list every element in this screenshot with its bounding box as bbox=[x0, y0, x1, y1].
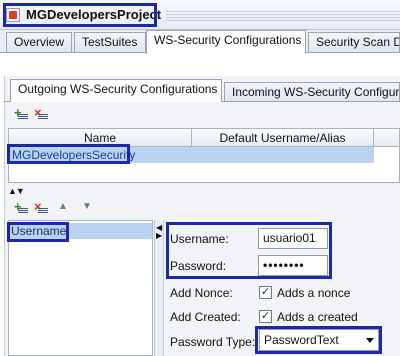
splitter-arrows-icon[interactable]: ▲▼ bbox=[8, 186, 25, 196]
tab-overview[interactable]: Overview bbox=[6, 32, 72, 53]
title-bar-grip bbox=[166, 9, 400, 21]
dropdown-arrow-icon bbox=[366, 338, 374, 343]
password-type-select[interactable]: PasswordText bbox=[259, 329, 379, 351]
title-bar: MGDevelopersProject bbox=[0, 0, 400, 30]
check-icon: ✓ bbox=[260, 310, 271, 322]
tab-incoming-ws-security[interactable]: Incoming WS-Security Configura bbox=[224, 82, 400, 102]
remove-config-button[interactable]: × bbox=[34, 106, 50, 120]
move-up-icon[interactable]: ▲ bbox=[58, 201, 68, 212]
add-nonce-label: Add Nonce: bbox=[170, 286, 233, 300]
list-item-label: Username bbox=[11, 224, 67, 238]
tab-outgoing-ws-security[interactable]: Outgoing WS-Security Configurations bbox=[10, 79, 222, 102]
password-type-label: Password Type: bbox=[170, 335, 256, 349]
move-down-icon[interactable]: ▼ bbox=[82, 201, 92, 212]
column-header-name[interactable]: Name bbox=[9, 129, 192, 147]
add-nonce-text: Adds a nonce bbox=[277, 286, 351, 300]
tab-security-scan[interactable]: Security Scan De bbox=[308, 32, 400, 53]
column-header-default-username[interactable]: Default Username/Alias bbox=[192, 129, 374, 147]
add-config-button[interactable]: + bbox=[14, 106, 30, 120]
add-created-checkbox[interactable]: ✓ bbox=[259, 310, 272, 323]
password-type-value: PasswordText bbox=[264, 333, 339, 347]
remove-entry-button[interactable]: × bbox=[34, 200, 50, 214]
tab-testsuites[interactable]: TestSuites bbox=[74, 32, 146, 53]
window-title: MGDevelopersProject bbox=[26, 7, 162, 22]
check-icon: ✓ bbox=[260, 286, 271, 298]
column-header-filler bbox=[374, 129, 399, 147]
add-created-label: Add Created: bbox=[170, 310, 241, 324]
add-nonce-checkbox[interactable]: ✓ bbox=[259, 286, 272, 299]
password-label: Password: bbox=[170, 259, 227, 273]
table-cell-name: MGDevelopersSecurity bbox=[12, 148, 136, 162]
username-label: Username: bbox=[170, 232, 229, 246]
username-field[interactable]: usuario01 bbox=[258, 228, 328, 249]
splitter-arrows-icon: ◀ ▶ bbox=[156, 223, 163, 240]
main-tab-bar: Overview TestSuites WS-Security Configur… bbox=[0, 30, 400, 54]
entry-list: Username bbox=[8, 220, 153, 356]
add-created-text: Adds a created bbox=[277, 310, 358, 324]
project-icon bbox=[6, 8, 20, 22]
tab-ws-security-configurations[interactable]: WS-Security Configurations bbox=[146, 30, 306, 54]
panel-splitter[interactable]: ◀ ▶ bbox=[154, 220, 164, 356]
add-entry-button[interactable]: + bbox=[14, 200, 30, 214]
password-field[interactable]: •••••••• bbox=[258, 255, 328, 276]
config-table: Name Default Username/Alias MGDevelopers… bbox=[8, 128, 400, 183]
